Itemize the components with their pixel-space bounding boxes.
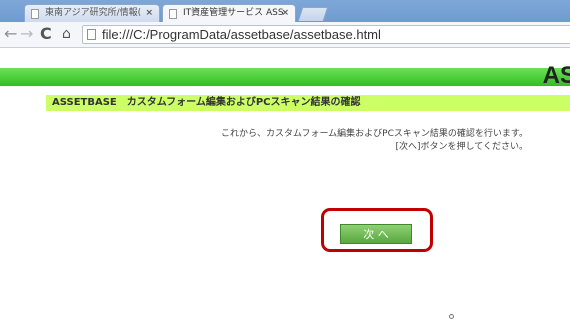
url-text: file:///C:/ProgramData/assetbase/assetba… [102,27,381,42]
page-icon [31,9,39,19]
new-tab-button[interactable] [297,7,329,21]
tab-label: 東南アジア研究所/情報( [45,8,142,18]
address-bar[interactable]: file:///C:/ProgramData/assetbase/assetba… [82,25,570,44]
status-indicator [449,314,454,319]
reload-icon[interactable]: C [40,25,52,43]
page-content: AS ASSETBASE カスタムフォーム編集およびPCスキャン結果の確認 これ… [0,48,570,323]
page-icon [169,9,177,19]
description-line-2: [次へ]ボタンを押してください。 [395,142,528,152]
next-button[interactable]: 次 へ [340,224,412,244]
description-line-1: これから、カスタムフォーム編集およびPCスキャン結果の確認を行います。 [220,129,528,139]
close-icon[interactable]: × [281,5,289,22]
back-icon[interactable]: ← [4,25,17,43]
forward-icon[interactable]: → [20,25,33,43]
tab-active[interactable]: IT資産管理サービス ASS × [162,4,296,22]
file-icon [87,29,96,40]
tab-inactive[interactable]: 東南アジア研究所/情報( × [24,4,160,22]
close-icon[interactable]: × [145,5,153,22]
browser-toolbar: ← → C ⌂ file:///C:/ProgramData/assetbase… [0,22,570,48]
browser-window: 東南アジア研究所/情報( × IT資産管理サービス ASS × ← → C ⌂ … [0,0,570,323]
tab-label: IT資産管理サービス ASS [183,8,284,18]
page-title: ASSETBASE カスタムフォーム編集およびPCスキャン結果の確認 [46,95,570,111]
logo-text: AS [542,62,570,89]
header-bar: AS [0,63,570,89]
tab-strip: 東南アジア研究所/情報( × IT資産管理サービス ASS × [0,0,570,22]
home-icon[interactable]: ⌂ [62,25,71,43]
